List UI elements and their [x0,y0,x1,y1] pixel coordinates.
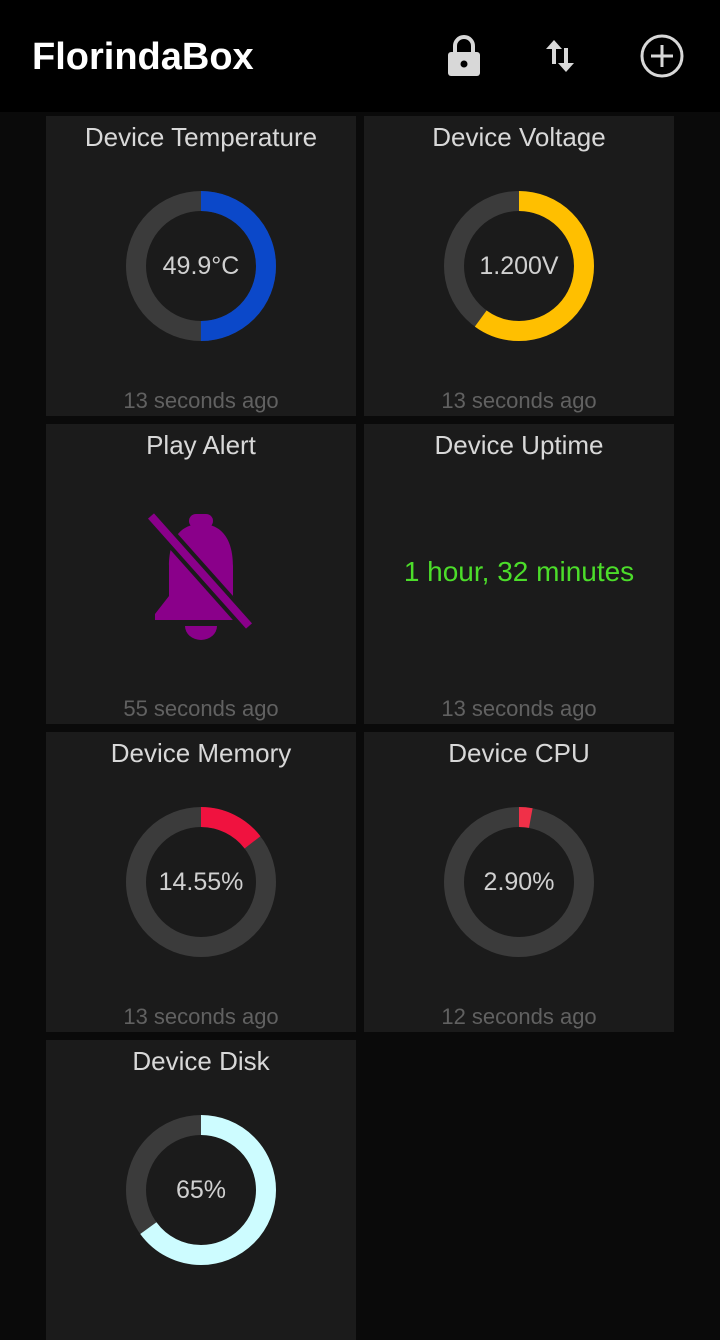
tile-device-memory[interactable]: Device Memory 14.55% 13 seconds ago [46,732,356,1032]
tile-updated: 12 seconds ago [441,1004,597,1029]
tile-device-cpu[interactable]: Device CPU 2.90% 12 seconds ago [364,732,674,1032]
tile-title: Play Alert [146,430,256,460]
tile-title: Device CPU [448,738,590,768]
add-button[interactable] [638,32,686,80]
tile-title: Device Voltage [432,122,606,152]
tile-device-disk[interactable]: Device Disk 65% [46,1040,356,1340]
tile-title: Device Memory [110,738,292,768]
uptime-value: 1 hour, 32 minutes [403,556,635,587]
tile-title: Device Uptime [434,430,604,460]
lock-icon [448,35,480,76]
gauge-value: 14.55% [158,867,244,896]
tile-updated: 55 seconds ago [123,696,279,721]
swap-vertical-icon [546,40,574,72]
temperature-gauge: 49.9°C [126,191,276,341]
tile-device-uptime[interactable]: Device Uptime 1 hour, 32 minutes 13 seco… [364,424,674,724]
sort-button[interactable] [536,32,584,80]
gauge-value: 1.200V [479,251,559,280]
tile-updated: 13 seconds ago [123,1004,279,1029]
app-title: FlorindaBox [32,36,254,78]
gauge-value: 2.90% [483,867,555,896]
voltage-gauge: 1.200V [444,191,594,341]
cpu-gauge: 2.90% [444,807,594,957]
lock-button[interactable] [440,32,488,80]
tile-updated: 13 seconds ago [441,696,597,721]
bell-off-icon [145,510,255,640]
alert-toggle[interactable] [141,504,261,644]
tile-updated: 13 seconds ago [441,388,597,413]
tile-play-alert[interactable]: Play Alert 55 seconds ago [46,424,356,724]
app-bar: FlorindaBox [0,0,720,112]
gauge-value: 49.9°C [162,251,240,280]
disk-gauge: 65% [126,1115,276,1265]
tile-device-temperature[interactable]: Device Temperature 49.9°C 13 seconds ago [46,116,356,416]
add-circle-icon [640,34,684,78]
tile-title: Device Disk [132,1046,270,1076]
tile-updated: 13 seconds ago [123,388,279,413]
tile-device-voltage[interactable]: Device Voltage 1.200V 13 seconds ago [364,116,674,416]
tile-title: Device Temperature [84,122,318,152]
memory-gauge: 14.55% [126,807,276,957]
gauge-value: 65% [175,1175,227,1204]
